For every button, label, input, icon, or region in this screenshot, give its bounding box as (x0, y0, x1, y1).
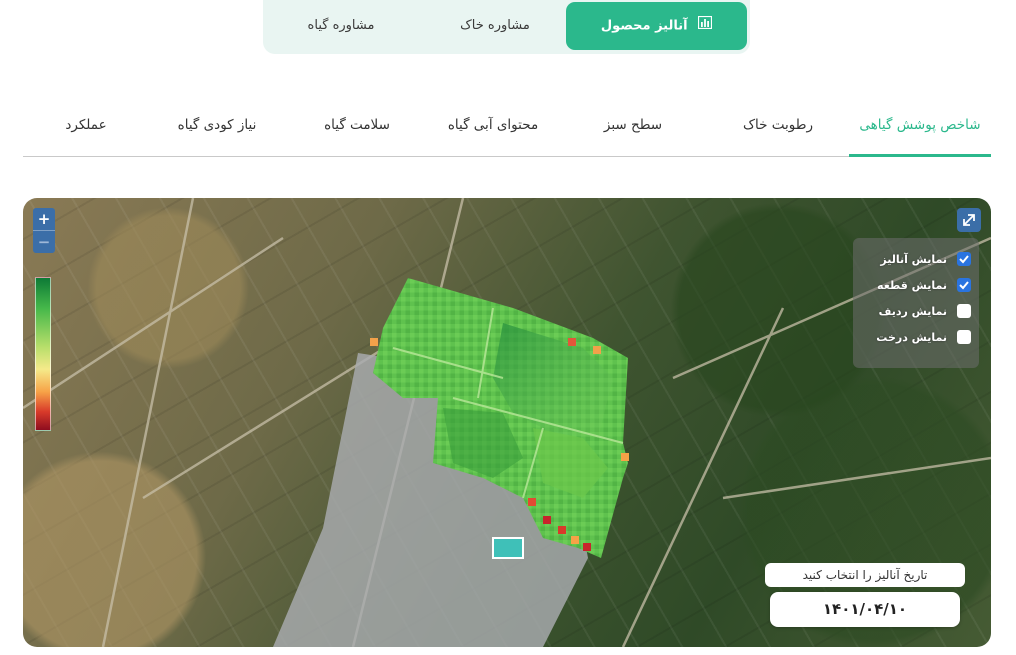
crop-analysis-tab[interactable]: آنالیز محصول (566, 2, 747, 50)
plant-advice-tab[interactable]: مشاوره گیاه (271, 2, 411, 50)
bar-chart-icon (698, 2, 713, 50)
layer-toggle-tree[interactable]: نمایش درخت (861, 328, 971, 348)
top-segmented-nav: مشاوره گیاه مشاوره خاک آنالیز محصول (263, 0, 750, 54)
checkbox-checked-icon[interactable] (957, 278, 971, 292)
layer-toggle-row[interactable]: نمایش ردیف (861, 302, 971, 322)
checkbox-unchecked-icon[interactable] (957, 330, 971, 344)
layer-toggle-analysis[interactable]: نمایش آنالیز (861, 250, 971, 270)
checkbox-unchecked-icon[interactable] (957, 304, 971, 318)
zoom-in-button[interactable]: + (33, 208, 55, 230)
layer-label: نمایش آنالیز (880, 253, 947, 266)
layer-toggle-parcel[interactable]: نمایش قطعه (861, 276, 971, 296)
ndvi-color-legend (35, 277, 51, 431)
expand-icon (963, 214, 975, 226)
layer-label: نمایش قطعه (877, 279, 947, 292)
soil-advice-tab[interactable]: مشاوره خاک (421, 2, 569, 50)
layer-toggle-panel: نمایش آنالیز نمایش قطعه نمایش ردیف نمایش… (853, 238, 979, 368)
layer-label: نمایش درخت (876, 331, 947, 344)
tab-soil-moisture[interactable]: رطوبت خاک (723, 100, 833, 155)
tab-green-area[interactable]: سطح سبز (583, 100, 683, 155)
tab-yield[interactable]: عملکرد (22, 100, 150, 155)
map-view[interactable]: + − نمایش آنالیز نمایش قطعه نمایش ردیف ن… (23, 198, 991, 647)
zoom-out-button[interactable]: − (33, 230, 55, 253)
zoom-controls: + − (33, 208, 55, 253)
layer-label: نمایش ردیف (878, 305, 947, 318)
tab-vegetation-index[interactable]: شاخص پوشش گیاهی (849, 100, 991, 157)
analysis-tabs: عملکرد نیاز کودی گیاه سلامت گیاه محتوای … (23, 100, 991, 157)
checkbox-checked-icon[interactable] (957, 252, 971, 266)
crop-analysis-label: آنالیز محصول (600, 18, 688, 34)
tab-plant-water-content[interactable]: محتوای آبی گیاه (433, 100, 553, 155)
tab-fertilizer-need[interactable]: نیاز کودی گیاه (152, 100, 282, 155)
fullscreen-button[interactable] (957, 208, 981, 232)
analysis-date-prompt: تاریخ آنالیز را انتخاب کنید (765, 563, 965, 587)
analysis-date-picker[interactable]: ۱۴۰۱/۰۴/۱۰ (770, 592, 960, 627)
tab-plant-health[interactable]: سلامت گیاه (302, 100, 412, 155)
